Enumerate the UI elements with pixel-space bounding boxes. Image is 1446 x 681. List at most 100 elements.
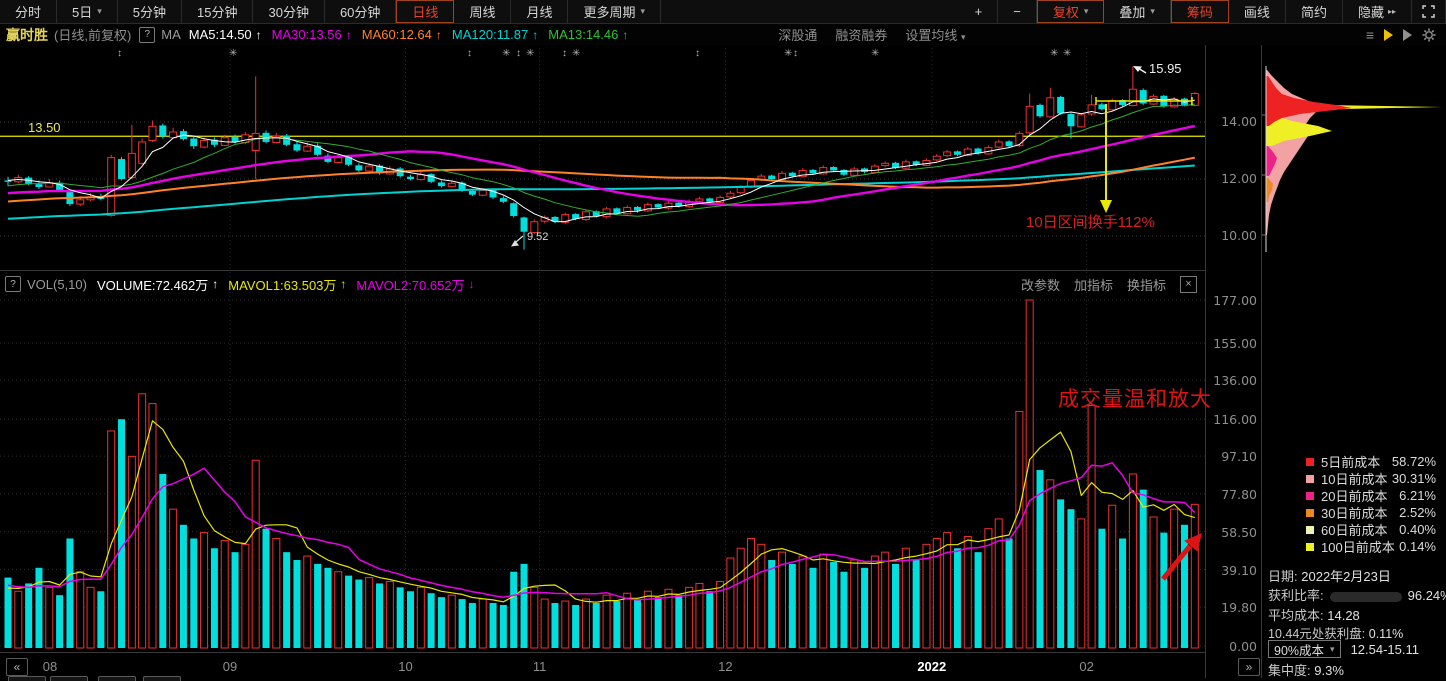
up-arrow-icon: ↑ xyxy=(256,28,262,42)
event-marker-icon[interactable]: ↕ xyxy=(562,49,567,59)
tool-button[interactable]: 筹码 xyxy=(1171,0,1229,23)
candle xyxy=(830,167,837,170)
help-icon[interactable]: ? xyxy=(5,276,21,292)
volume-bar xyxy=(954,548,961,648)
chevron-down-icon: ▾ xyxy=(961,32,966,42)
market-link[interactable]: 融资融券 xyxy=(835,25,887,44)
volume-bar xyxy=(686,587,693,648)
bottom-button[interactable] xyxy=(98,676,136,681)
period-button[interactable]: 更多周期▾ xyxy=(568,0,661,23)
period-button[interactable]: 周线 xyxy=(454,0,511,23)
avg-cost-row: 平均成本: 14.28 xyxy=(1268,605,1360,624)
volume-bar xyxy=(562,601,569,648)
cost-range-row: 90%成本▾ 12.54-15.11 xyxy=(1268,640,1419,658)
period-button[interactable]: 5分钟 xyxy=(118,0,182,23)
help-icon[interactable]: ? xyxy=(139,27,155,43)
volume-bar xyxy=(510,572,517,648)
candle xyxy=(1037,105,1044,116)
period-button[interactable]: 60分钟 xyxy=(325,0,396,23)
tool-button[interactable]: 叠加▾ xyxy=(1104,0,1171,23)
event-marker-icon[interactable]: ✳ xyxy=(526,49,534,59)
candle xyxy=(1088,105,1095,114)
volume-bar xyxy=(190,538,197,648)
period-button[interactable]: 15分钟 xyxy=(182,0,253,23)
volume-bar xyxy=(273,538,280,648)
candle xyxy=(1057,97,1064,114)
period-button[interactable]: 日线 xyxy=(396,0,454,23)
volume-bar xyxy=(531,587,538,648)
event-marker-icon[interactable]: ↕ xyxy=(117,49,122,59)
scroll-left-button[interactable]: « xyxy=(6,658,28,676)
candle xyxy=(954,151,961,154)
period-button[interactable]: 月线 xyxy=(511,0,568,23)
market-link[interactable]: 深股通 xyxy=(778,25,817,44)
candle xyxy=(634,207,641,210)
cost-range-select[interactable]: 90%成本▾ xyxy=(1268,640,1341,658)
volume-bar xyxy=(624,593,631,648)
candle xyxy=(1078,115,1085,127)
event-marker-icon[interactable]: ↕ xyxy=(467,49,472,59)
volume-bar xyxy=(242,544,249,648)
profit-ratio-bar xyxy=(1330,592,1402,602)
tool-button[interactable]: − xyxy=(998,0,1037,23)
volume-bar xyxy=(293,560,300,648)
indicator-action-link[interactable]: 换指标 xyxy=(1127,275,1166,294)
period-button[interactable]: 5日▾ xyxy=(57,0,118,23)
volume-bar xyxy=(1171,509,1178,648)
event-marker-icon[interactable]: ✳ xyxy=(1063,49,1071,59)
candle xyxy=(644,205,651,211)
volume-bar xyxy=(87,587,94,648)
volume-annotation: 成交量温和放大 xyxy=(1058,383,1212,413)
volume-bar xyxy=(118,419,125,648)
event-marker-icon[interactable]: ✳ xyxy=(229,49,237,59)
scroll-right-button[interactable]: » xyxy=(1238,658,1260,676)
event-marker-icon[interactable]: ✳ xyxy=(572,49,580,59)
volume-bar xyxy=(46,587,53,648)
event-marker-icon[interactable]: ✳ xyxy=(1050,49,1058,59)
tool-button[interactable]: 复权▾ xyxy=(1037,0,1105,23)
volume-stat: MAVOL1:63.503万 xyxy=(228,275,336,294)
volume-bar xyxy=(1160,533,1167,648)
ma5-line xyxy=(8,99,1195,222)
bottom-button[interactable] xyxy=(50,676,88,681)
event-marker-icon[interactable]: ✳ xyxy=(871,49,879,59)
volume-bar xyxy=(789,564,796,648)
indicator-actions: 改参数加指标换指标 × xyxy=(1021,275,1205,294)
tool-button[interactable]: + xyxy=(960,0,999,23)
volume-bar xyxy=(613,601,620,648)
candle xyxy=(479,190,486,195)
bottom-button[interactable] xyxy=(8,676,46,681)
volume-stat: MAVOL2:70.652万 xyxy=(356,275,464,294)
volume-bar xyxy=(748,538,755,648)
event-marker-icon[interactable]: ↕ xyxy=(695,49,700,59)
volume-stats: VOLUME:72.462万↑MAVOL1:63.503万↑MAVOL2:70.… xyxy=(97,275,485,294)
volume-bar xyxy=(97,591,104,648)
candle xyxy=(840,170,847,175)
period-button[interactable]: 30分钟 xyxy=(253,0,324,23)
candles xyxy=(5,66,1199,249)
candle xyxy=(1067,114,1074,126)
volume-bar xyxy=(1140,490,1147,648)
event-marker-icon[interactable]: ✳ xyxy=(784,49,792,59)
volume-bar xyxy=(892,564,899,648)
volume-bar xyxy=(913,560,920,648)
volume-bar xyxy=(1098,529,1105,648)
drawn-annotations[interactable] xyxy=(511,66,1202,579)
event-marker-icon[interactable]: ↕ xyxy=(516,49,521,59)
volume-bar xyxy=(820,554,827,648)
volume-bar xyxy=(77,572,84,648)
ma-settings-button[interactable]: 设置均线 ▾ xyxy=(905,25,965,44)
indicator-action-link[interactable]: 改参数 xyxy=(1021,275,1060,294)
event-marker-icon[interactable]: ✳ xyxy=(502,49,510,59)
indicator-action-link[interactable]: 加指标 xyxy=(1074,275,1113,294)
candle xyxy=(35,184,42,187)
price-axis-label: 10.00 xyxy=(1205,228,1257,243)
candle xyxy=(263,133,270,142)
close-icon[interactable]: × xyxy=(1180,276,1197,293)
event-marker-icon[interactable]: ↕ xyxy=(793,49,798,59)
candle xyxy=(252,133,259,150)
bottom-button[interactable] xyxy=(143,676,181,681)
volume-axis-label: 155.00 xyxy=(1205,336,1257,351)
period-button[interactable]: 分时 xyxy=(0,0,57,23)
volume-bar xyxy=(593,603,600,648)
